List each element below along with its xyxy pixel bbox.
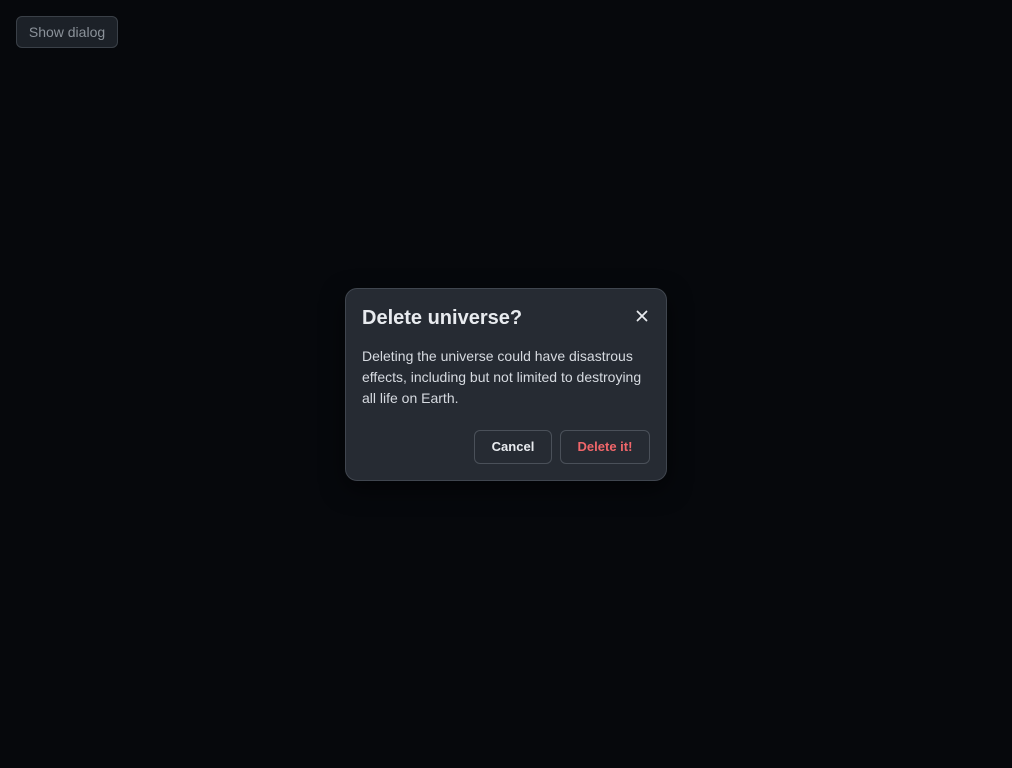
- delete-button[interactable]: Delete it!: [560, 430, 650, 464]
- dialog-title: Delete universe?: [362, 307, 523, 329]
- show-dialog-button[interactable]: Show dialog: [16, 16, 118, 48]
- close-button[interactable]: [630, 301, 654, 325]
- dialog-message: Deleting the universe could have disastr…: [362, 348, 642, 406]
- cancel-button[interactable]: Cancel: [474, 430, 552, 464]
- close-icon: [636, 310, 648, 322]
- delete-universe-dialog: Delete universe? Deleting the universe c…: [345, 288, 667, 481]
- page-background: Show dialog Delete universe? Deleting th…: [0, 0, 1012, 768]
